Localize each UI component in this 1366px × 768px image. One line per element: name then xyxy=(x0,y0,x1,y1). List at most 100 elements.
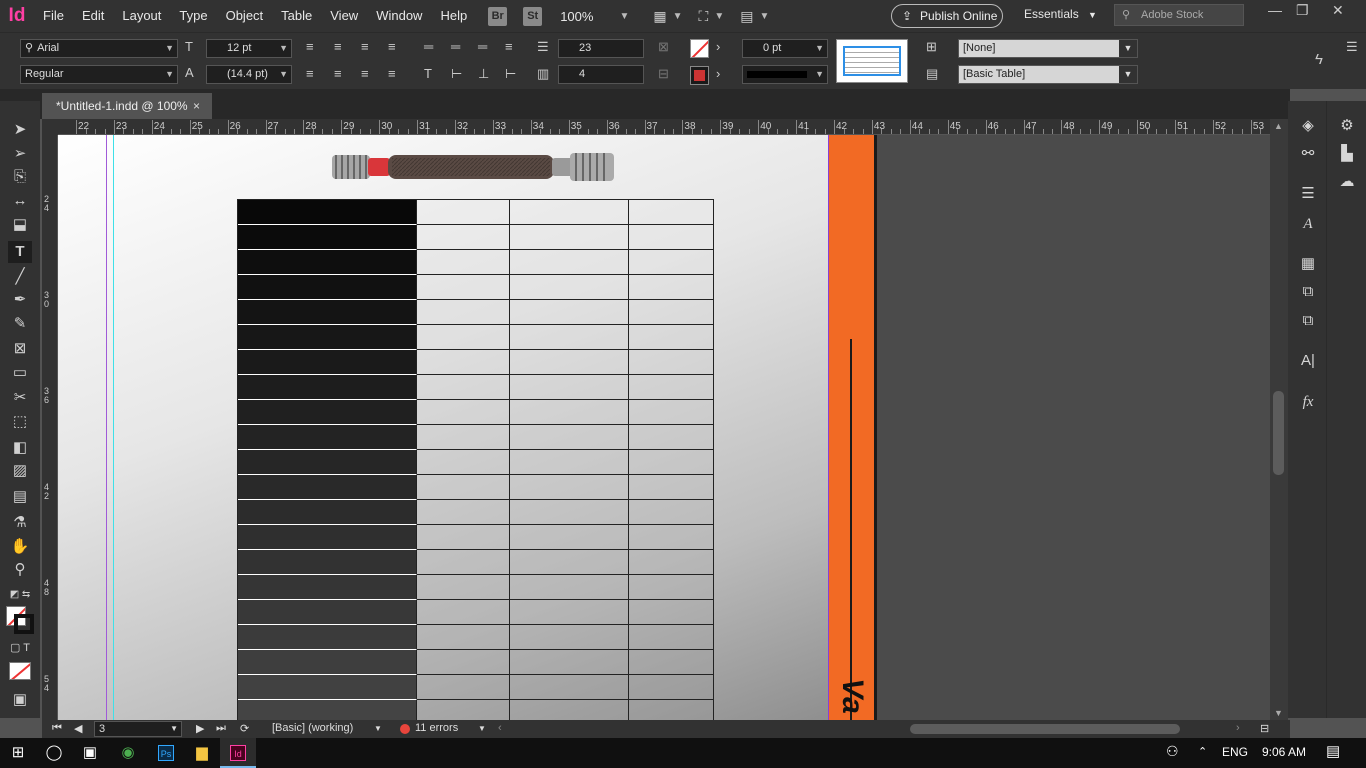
table-row[interactable] xyxy=(238,700,713,720)
table-style-field[interactable]: [Basic Table] ▼ xyxy=(958,65,1138,84)
table-cell[interactable] xyxy=(238,600,417,625)
scroll-left-icon[interactable]: ‹ xyxy=(498,722,502,734)
justify-vertical-icon[interactable]: ≡ xyxy=(505,39,513,54)
zoom-level[interactable]: 100% xyxy=(560,9,593,24)
table-cell[interactable] xyxy=(629,675,713,700)
screen-mode-dropdown-icon[interactable]: ▼ xyxy=(673,11,683,22)
arrange-dropdown-icon[interactable]: ▼ xyxy=(759,11,769,22)
stroke-type-dropdown-icon[interactable]: ▼ xyxy=(815,66,824,83)
file-explorer-icon[interactable]: ▆ xyxy=(184,738,220,768)
table-cell[interactable] xyxy=(510,550,629,575)
menu-help[interactable]: Help xyxy=(431,0,476,32)
table-cell[interactable] xyxy=(510,675,629,700)
column-width-icon[interactable]: ⊟ xyxy=(658,66,669,82)
preflight-errors[interactable]: 11 errors xyxy=(415,722,458,734)
table-style-dropdown-icon[interactable]: ▼ xyxy=(1119,66,1137,83)
table-cell[interactable] xyxy=(510,625,629,650)
vertical-ruler[interactable]: 2 4 3 0 3 6 4 2 4 8 5 4 xyxy=(42,135,58,720)
table-row[interactable] xyxy=(238,350,713,375)
table-row[interactable] xyxy=(238,200,713,225)
rectangle-icon[interactable]: ▭ xyxy=(8,362,32,384)
align-left-icon[interactable]: ≡ xyxy=(306,39,314,54)
free-transform-icon[interactable]: ⬚ xyxy=(8,411,32,433)
table-cell[interactable] xyxy=(417,400,510,425)
restore-icon[interactable]: ❐ xyxy=(1296,2,1309,19)
table-row[interactable] xyxy=(238,550,713,575)
type-icon[interactable]: T xyxy=(8,241,32,263)
zoom-icon[interactable]: ⚲ xyxy=(8,559,32,581)
lightning-icon[interactable]: ϟ xyxy=(1315,51,1323,68)
justify-center-icon[interactable]: ≡ xyxy=(334,66,342,81)
line-icon[interactable]: ╱ xyxy=(8,266,32,288)
table-cell[interactable] xyxy=(238,425,417,450)
table-cell[interactable] xyxy=(238,575,417,600)
table-cell[interactable] xyxy=(510,450,629,475)
task-view-icon[interactable]: ▣ xyxy=(72,738,108,768)
table-cell[interactable] xyxy=(510,250,629,275)
table-cell[interactable] xyxy=(629,500,713,525)
arrange-documents-icon[interactable]: ▤ xyxy=(740,8,753,25)
view-options-icon[interactable]: ⛶ xyxy=(699,8,709,25)
table-cell[interactable] xyxy=(510,425,629,450)
rectangle-frame-icon[interactable]: ⊠ xyxy=(8,338,32,360)
table-cell[interactable] xyxy=(238,475,417,500)
split-window-icon[interactable]: ⊟ xyxy=(1260,722,1269,735)
bridge-button[interactable]: Br xyxy=(488,6,508,26)
workspace-switcher[interactable]: Essentials ▼ xyxy=(1024,7,1097,21)
table-cell[interactable] xyxy=(629,300,713,325)
table-row[interactable] xyxy=(238,275,713,300)
table-cell[interactable] xyxy=(629,225,713,250)
leading-field[interactable]: (14.4 pt) ▼ xyxy=(206,65,292,84)
page-icon[interactable]: ⎘ xyxy=(8,166,32,188)
stock-button[interactable]: St xyxy=(523,6,543,26)
rows-field[interactable]: 23 xyxy=(558,39,644,58)
table-cell[interactable] xyxy=(238,375,417,400)
table-cell[interactable] xyxy=(510,300,629,325)
font-style-field[interactable]: Regular ▼ xyxy=(20,65,178,84)
table-row[interactable] xyxy=(238,450,713,475)
table-row[interactable] xyxy=(238,525,713,550)
preflight-dropdown-icon[interactable]: ▼ xyxy=(374,724,382,733)
table-row[interactable] xyxy=(238,475,713,500)
table-row[interactable] xyxy=(238,675,713,700)
table-cell[interactable] xyxy=(629,275,713,300)
open-page-icon[interactable]: ⟳ xyxy=(240,722,249,735)
screen-mode-icon[interactable]: ▦ xyxy=(653,8,666,25)
table-row[interactable] xyxy=(238,225,713,250)
gradient-feather-icon[interactable]: ▨ xyxy=(8,460,32,482)
creative-cloud-icon[interactable]: ☁ xyxy=(1335,171,1359,193)
properties-icon[interactable]: ⚙ xyxy=(1335,115,1359,137)
table-cell[interactable] xyxy=(417,675,510,700)
preflight-profile[interactable]: [Basic] (working) xyxy=(272,722,353,734)
table-cell[interactable] xyxy=(510,225,629,250)
table-cell[interactable] xyxy=(417,425,510,450)
table-cell[interactable] xyxy=(417,250,510,275)
direct-selection-icon[interactable]: ➢ xyxy=(8,143,32,165)
table-cell[interactable] xyxy=(238,625,417,650)
table-cell[interactable] xyxy=(238,550,417,575)
character-styles-icon[interactable]: A xyxy=(1296,213,1320,235)
menu-type[interactable]: Type xyxy=(170,0,216,32)
search-circle-icon[interactable]: ◯ xyxy=(36,738,72,768)
screen-mode-icon[interactable]: ▣ xyxy=(8,689,32,711)
adobe-stock-search-input[interactable]: ⚲ Adobe Stock xyxy=(1114,4,1244,26)
panel-menu-icon[interactable]: ☰ xyxy=(1346,39,1358,55)
last-page-icon[interactable]: ⏭ xyxy=(216,722,226,735)
eyedropper-icon[interactable]: ⚗ xyxy=(8,512,32,534)
thread-gauge-image[interactable] xyxy=(330,149,616,185)
table-cell[interactable] xyxy=(417,475,510,500)
tray-chevron-icon[interactable]: ⌃ xyxy=(1198,745,1207,758)
table-cell[interactable] xyxy=(417,575,510,600)
next-page-icon[interactable]: ▶ xyxy=(196,722,204,735)
table-cell[interactable] xyxy=(238,450,417,475)
clock[interactable]: 9:06 AM xyxy=(1262,745,1306,759)
menu-file[interactable]: File xyxy=(34,0,73,32)
errors-dropdown-icon[interactable]: ▼ xyxy=(478,724,486,733)
effects-icon[interactable]: fx xyxy=(1296,391,1320,413)
paragraph-styles-icon[interactable]: A| xyxy=(1296,350,1320,372)
table-cell[interactable] xyxy=(629,475,713,500)
table-cell[interactable] xyxy=(629,250,713,275)
cell-style-dropdown-icon[interactable]: ▼ xyxy=(1119,40,1137,57)
fill-arrow-icon[interactable]: › xyxy=(716,39,720,54)
stroke-panel-icon[interactable]: ☰ xyxy=(1296,183,1320,205)
